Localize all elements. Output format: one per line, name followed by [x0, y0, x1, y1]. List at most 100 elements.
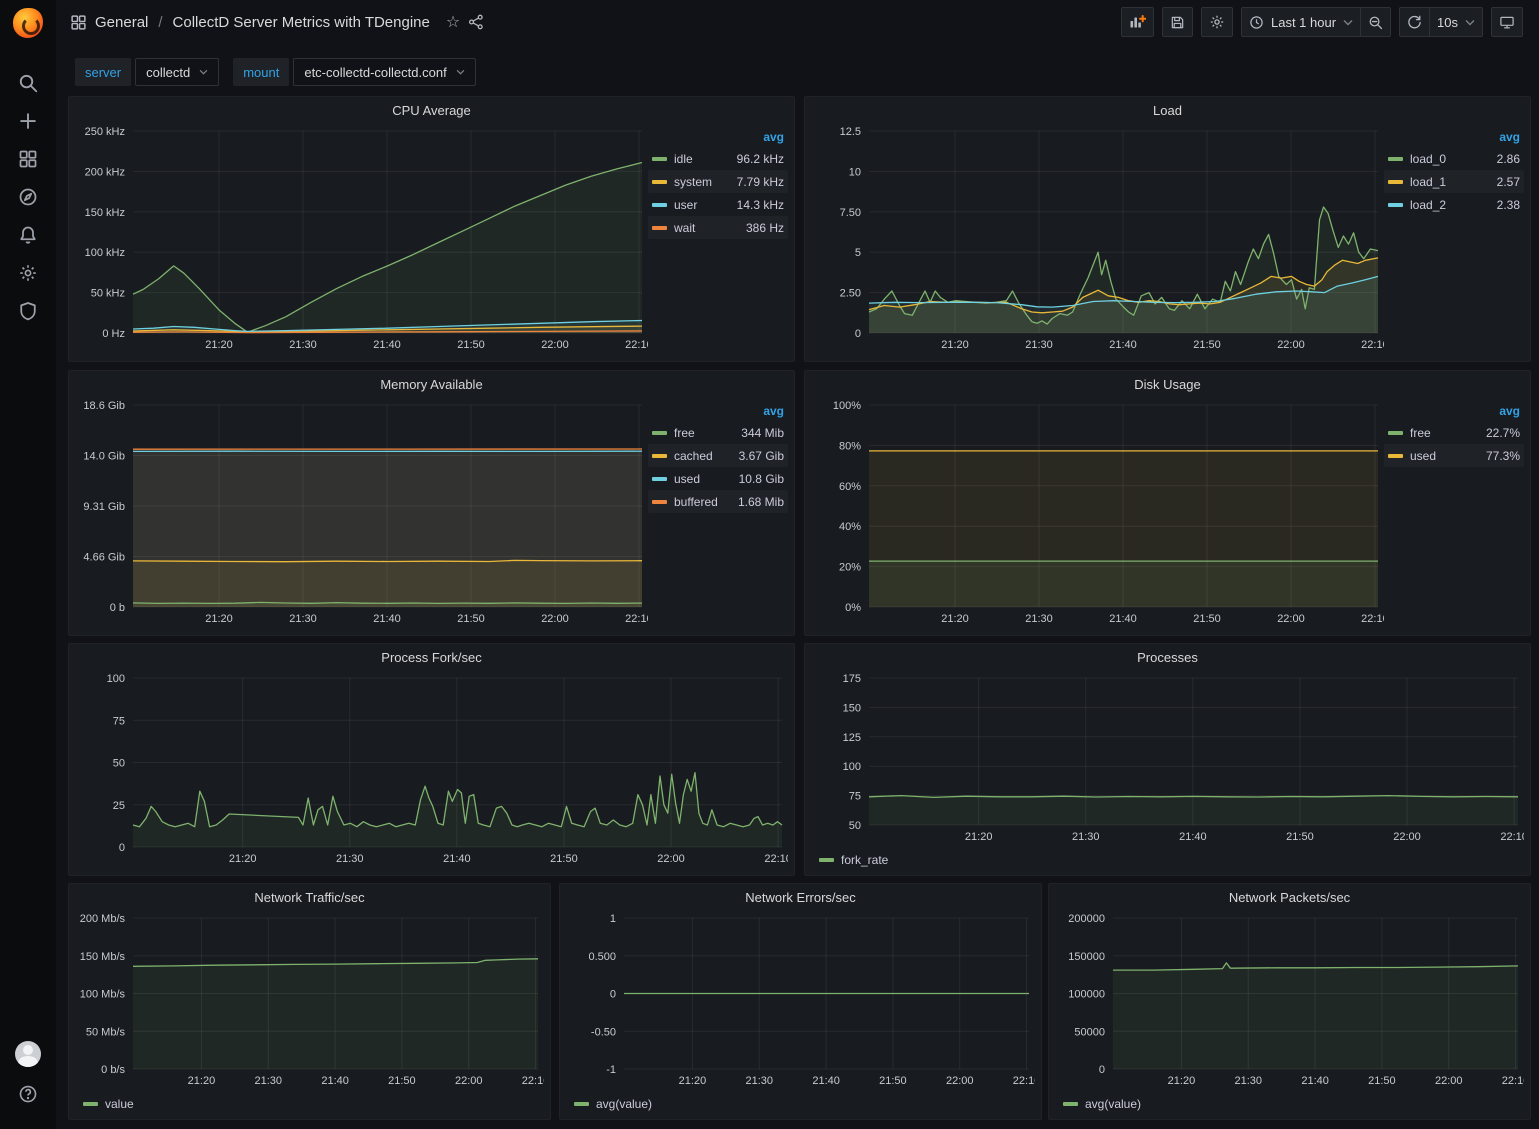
search-icon[interactable] — [17, 72, 39, 94]
create-plus-icon[interactable] — [17, 110, 39, 132]
legend-avg-header: avg — [648, 401, 788, 421]
y-tick-label: 50000 — [1074, 1026, 1105, 1038]
legend-item-free[interactable]: free22.7% — [1384, 421, 1524, 444]
legend-item-free[interactable]: free344 Mib — [648, 421, 788, 444]
y-tick-label: -1 — [606, 1064, 616, 1076]
x-tick-label: 21:50 — [388, 1075, 416, 1087]
x-tick-label: 21:20 — [205, 613, 233, 625]
dashboards-grid-icon[interactable] — [17, 148, 39, 170]
series-swatch-icon — [819, 858, 834, 862]
chart[interactable]: 025507510021:2021:3021:4021:5022:0022:10 — [77, 670, 788, 867]
x-tick-label: 21:50 — [879, 1075, 907, 1087]
y-tick-label: 14.0 Gib — [83, 451, 125, 463]
server-admin-shield-icon[interactable] — [17, 300, 39, 322]
chart[interactable]: 507510012515017521:2021:3021:4021:5022:0… — [813, 670, 1524, 845]
chart[interactable]: 0 b/s50 Mb/s100 Mb/s150 Mb/s200 Mb/s21:2… — [77, 910, 544, 1089]
x-tick-label: 21:20 — [941, 339, 969, 351]
legend-item-buffered[interactable]: buffered1.68 Mib — [648, 490, 788, 513]
legend-series-name: buffered — [674, 495, 738, 509]
series-swatch-icon — [1388, 431, 1403, 435]
panel-title[interactable]: CPU Average — [392, 103, 471, 118]
series-swatch-icon — [1063, 1102, 1078, 1106]
legend-series-name: avg(value) — [596, 1097, 652, 1111]
x-tick-label: 21:30 — [746, 1075, 774, 1087]
legend-item-avg-value[interactable]: avg(value) — [574, 1095, 652, 1113]
grafana-app: General / CollectD Server Metrics with T… — [0, 0, 1539, 1129]
series-fill-free — [869, 561, 1378, 607]
panel-title[interactable]: Disk Usage — [1134, 377, 1200, 392]
help-question-icon[interactable] — [17, 1083, 39, 1105]
legend-item-wait[interactable]: wait386 Hz — [648, 216, 788, 239]
chart[interactable]: 0 Hz50 kHz100 kHz150 kHz200 kHz250 kHz21… — [77, 123, 648, 353]
legend-item-idle[interactable]: idle96.2 kHz — [648, 147, 788, 170]
x-tick-label: 22:10 — [1361, 613, 1384, 625]
panel-title[interactable]: Process Fork/sec — [381, 650, 481, 665]
x-tick-label: 21:40 — [373, 339, 401, 351]
legend: fork_rate — [805, 849, 1530, 875]
legend-item-load-2[interactable]: load_22.38 — [1384, 193, 1524, 216]
user-avatar[interactable] — [15, 1041, 41, 1067]
panel-title[interactable]: Memory Available — [380, 377, 482, 392]
legend-item-cached[interactable]: cached3.67 Gib — [648, 444, 788, 467]
chart[interactable]: 0 b4.66 Gib9.31 Gib14.0 Gib18.6 Gib21:20… — [77, 397, 648, 627]
y-tick-label: 7.50 — [840, 207, 861, 219]
configuration-gear-icon[interactable] — [17, 262, 39, 284]
legend-item-fork-rate[interactable]: fork_rate — [819, 851, 888, 869]
panel-title[interactable]: Network Packets/sec — [1229, 890, 1350, 905]
x-tick-label: 21:20 — [679, 1075, 707, 1087]
series-swatch-icon — [83, 1102, 98, 1106]
x-tick-label: 21:30 — [336, 853, 364, 865]
x-tick-label: 21:50 — [457, 339, 485, 351]
panel-title[interactable]: Network Traffic/sec — [254, 890, 364, 905]
legend-item-load-1[interactable]: load_12.57 — [1384, 170, 1524, 193]
x-tick-label: 22:00 — [657, 853, 685, 865]
y-tick-label: 50 kHz — [91, 288, 125, 300]
legend-item-used[interactable]: used10.8 Gib — [648, 467, 788, 490]
legend-item-system[interactable]: system7.79 kHz — [648, 170, 788, 193]
chart[interactable]: -1-0.5000.500121:2021:3021:4021:5022:002… — [568, 910, 1035, 1089]
y-tick-label: 12.5 — [840, 126, 861, 138]
legend-item-used[interactable]: used77.3% — [1384, 444, 1524, 467]
legend-series-avg: 96.2 kHz — [737, 152, 784, 166]
panel-network-packets-sec: Network Packets/sec 050000100000150000200… — [1048, 883, 1531, 1120]
series-swatch-icon — [652, 454, 667, 458]
series-fill-value — [133, 959, 538, 1069]
x-tick-label: 21:40 — [1179, 831, 1207, 843]
legend-avg-header: avg — [1384, 401, 1524, 421]
series-fill-avg-value — [1113, 963, 1518, 1069]
grafana-logo[interactable] — [13, 8, 43, 38]
legend-item-value[interactable]: value — [83, 1095, 134, 1113]
x-tick-label: 21:30 — [255, 1075, 283, 1087]
y-tick-label: 0 b/s — [101, 1064, 125, 1076]
x-tick-label: 22:00 — [946, 1075, 974, 1087]
explore-compass-icon[interactable] — [17, 186, 39, 208]
legend-series-name: user — [674, 198, 737, 212]
legend-series-avg: 77.3% — [1486, 449, 1520, 463]
series-swatch-icon — [652, 431, 667, 435]
legend-series-name: wait — [674, 221, 746, 235]
series-swatch-icon — [574, 1102, 589, 1106]
legend-series-avg: 2.86 — [1497, 152, 1520, 166]
legend-series-avg: 1.68 Mib — [738, 495, 784, 509]
panel-title[interactable]: Network Errors/sec — [745, 890, 856, 905]
chart[interactable]: 05000010000015000020000021:2021:3021:402… — [1057, 910, 1524, 1089]
y-tick-label: 4.66 Gib — [83, 551, 125, 563]
chart[interactable]: 02.5057.501012.521:2021:3021:4021:5022:0… — [813, 123, 1384, 353]
x-tick-label: 21:30 — [1072, 831, 1100, 843]
x-tick-label: 22:10 — [625, 339, 648, 351]
legend-item-avg-value[interactable]: avg(value) — [1063, 1095, 1141, 1113]
x-tick-label: 21:30 — [1025, 339, 1053, 351]
legend-series-avg: 3.67 Gib — [739, 449, 784, 463]
chart[interactable]: 0%20%40%60%80%100%21:2021:3021:4021:5022… — [813, 397, 1384, 627]
panel-title[interactable]: Processes — [1137, 650, 1198, 665]
legend-item-load-0[interactable]: load_02.86 — [1384, 147, 1524, 170]
x-tick-label: 22:10 — [625, 613, 648, 625]
alerting-bell-icon[interactable] — [17, 224, 39, 246]
panel-title[interactable]: Load — [1153, 103, 1182, 118]
y-tick-label: 100 — [843, 761, 861, 773]
dashboard-grid: CPU Average 0 Hz50 kHz100 kHz150 kHz200 k… — [0, 0, 1539, 1129]
series-fill-fork-rate — [133, 773, 782, 847]
legend-item-user[interactable]: user14.3 kHz — [648, 193, 788, 216]
x-tick-label: 21:30 — [289, 613, 317, 625]
y-tick-label: 10 — [849, 166, 861, 178]
